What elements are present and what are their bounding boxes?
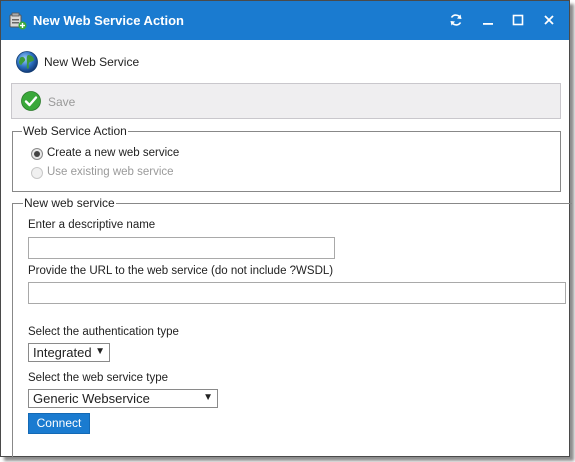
save-button[interactable]: Save — [18, 89, 88, 113]
auth-type-select[interactable]: Integrated ▼ — [28, 343, 110, 362]
refresh-icon[interactable] — [447, 11, 465, 29]
maximize-icon[interactable] — [509, 11, 527, 29]
url-label: Provide the URL to the web service (do n… — [28, 265, 334, 277]
globe-icon — [15, 50, 39, 74]
radio-button-checked[interactable] — [31, 148, 43, 160]
dropdown-arrow-icon: ▼ — [95, 346, 105, 357]
web-service-type-select[interactable]: Generic Webservice ▼ — [28, 389, 218, 408]
name-input[interactable] — [28, 237, 335, 259]
title-bar[interactable]: New Web Service Action — [1, 1, 569, 40]
close-icon[interactable] — [540, 11, 558, 29]
toolbar: Save — [11, 83, 561, 119]
url-input[interactable] — [28, 282, 566, 304]
dialog-window: New Web Service Action New Web Service S… — [0, 0, 572, 458]
dropdown-arrow-icon: ▼ — [203, 392, 213, 403]
new-web-service-legend: New web service — [24, 196, 115, 210]
save-button-label: Save — [48, 95, 76, 109]
minimize-icon[interactable] — [479, 11, 497, 29]
web-service-type-value: Generic Webservice — [33, 391, 150, 406]
radio-label: Use existing web service — [47, 166, 174, 178]
radio-button-disabled — [31, 167, 43, 179]
web-service-app-icon — [9, 12, 27, 30]
subheader-label: New Web Service — [44, 55, 140, 69]
window-title: New Web Service Action — [33, 13, 184, 28]
radio-label: Create a new web service — [47, 147, 180, 159]
name-label: Enter a descriptive name — [28, 219, 156, 231]
checkmark-icon — [20, 90, 42, 112]
auth-type-value: Integrated — [33, 345, 92, 360]
auth-label: Select the authentication type — [28, 326, 179, 338]
connect-button[interactable]: Connect — [28, 413, 90, 434]
web-service-action-legend: Web Service Action — [23, 124, 127, 138]
type-label: Select the web service type — [28, 372, 168, 384]
